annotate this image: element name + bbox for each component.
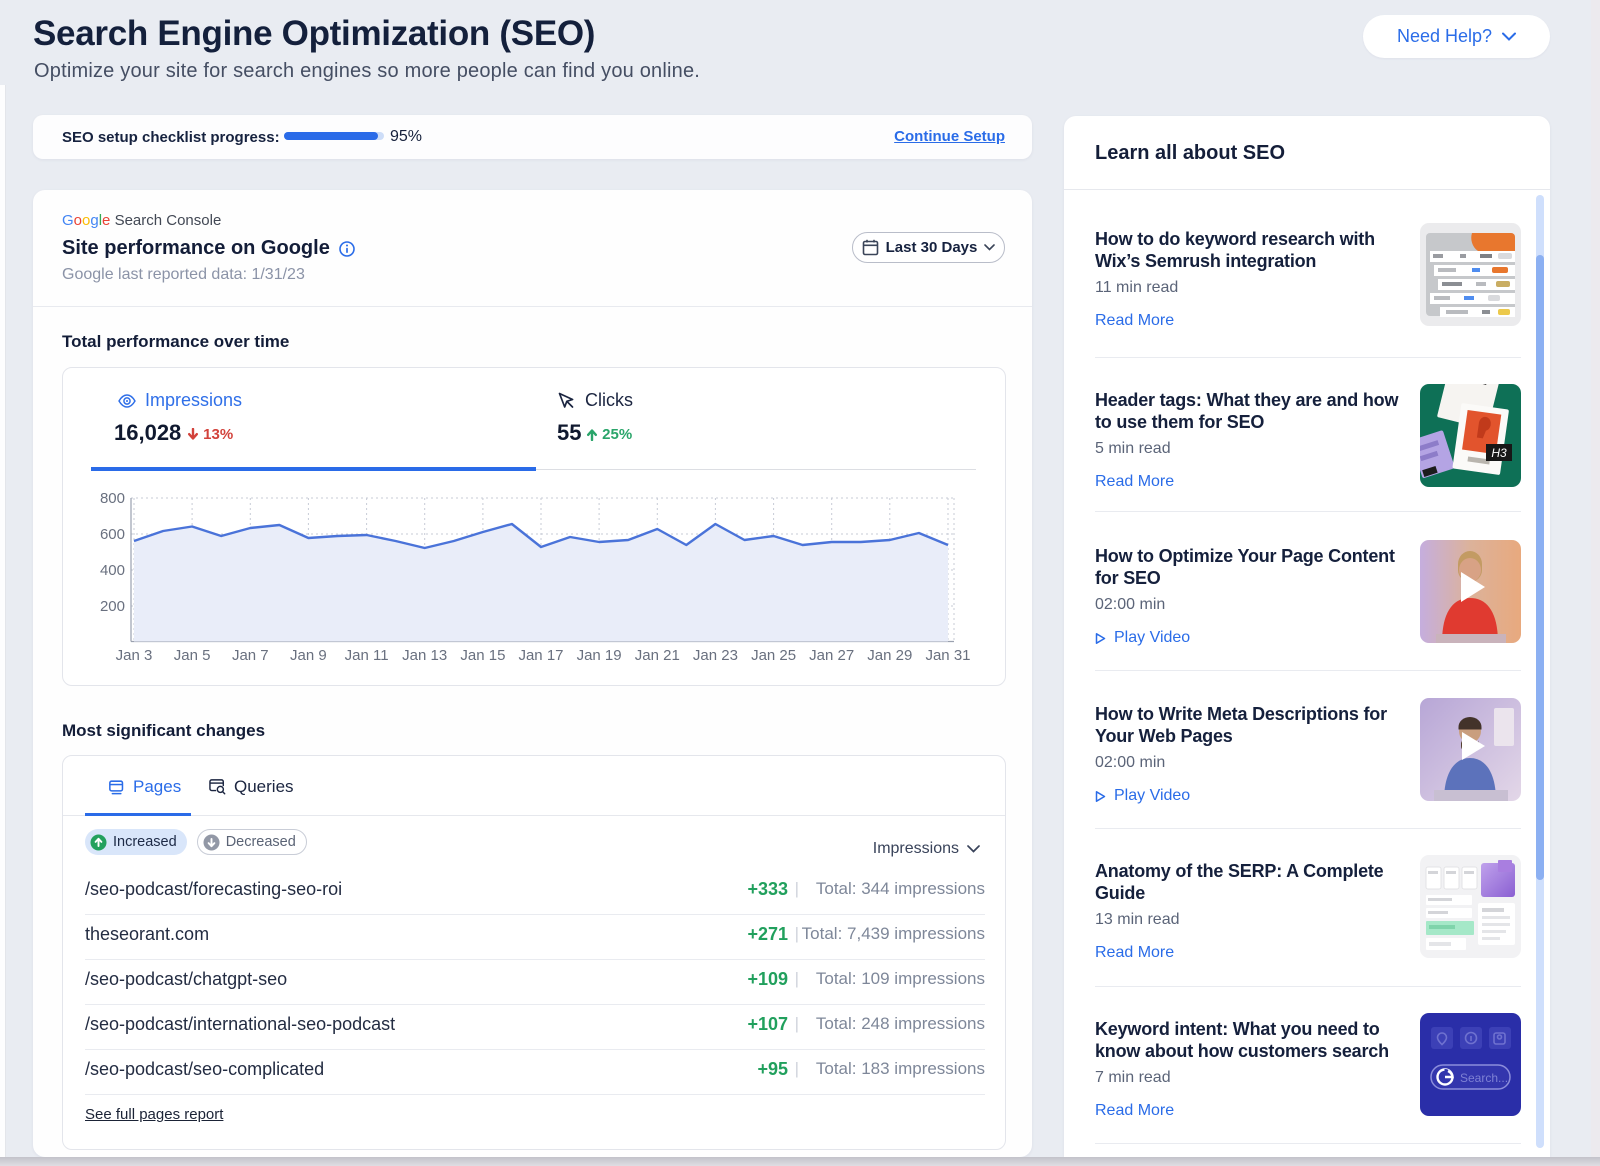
svg-text:Jan 23: Jan 23: [693, 647, 738, 664]
svg-text:Jan 3: Jan 3: [116, 647, 153, 664]
svg-text:Jan 27: Jan 27: [809, 647, 854, 664]
svg-text:Jan 19: Jan 19: [577, 647, 622, 664]
svg-text:Search...: Search...: [1460, 1071, 1508, 1085]
svg-text:600: 600: [100, 526, 125, 543]
svg-text:Jan 5: Jan 5: [174, 647, 211, 664]
svg-text:Jan 29: Jan 29: [867, 647, 912, 664]
svg-text:Jan 13: Jan 13: [402, 647, 447, 664]
svg-text:400: 400: [100, 562, 125, 579]
svg-text:Jan 9: Jan 9: [290, 647, 327, 664]
svg-text:200: 200: [100, 598, 125, 615]
svg-text:H3: H3: [1491, 446, 1507, 460]
svg-text:Jan 17: Jan 17: [518, 647, 563, 664]
svg-text:Jan 21: Jan 21: [635, 647, 680, 664]
svg-text:Jan 15: Jan 15: [460, 647, 505, 664]
svg-text:Jan 25: Jan 25: [751, 647, 796, 664]
svg-text:Jan 7: Jan 7: [232, 647, 269, 664]
svg-text:Jan 31: Jan 31: [925, 647, 970, 664]
svg-text:Jan 11: Jan 11: [345, 647, 389, 664]
svg-text:800: 800: [100, 490, 125, 507]
